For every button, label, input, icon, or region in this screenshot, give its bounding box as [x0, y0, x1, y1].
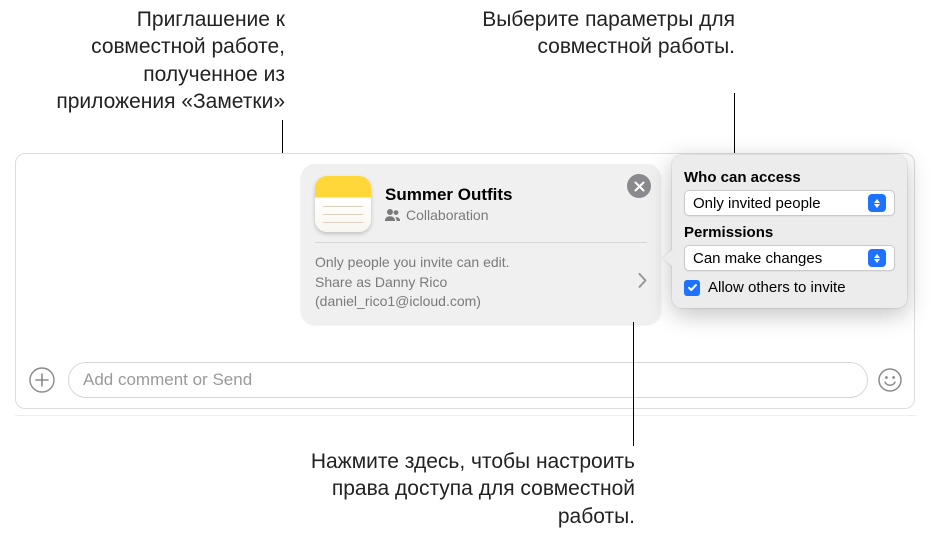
share-settings-summary[interactable]: Only people you invite can edit. Share a… [301, 243, 661, 324]
callout-line [734, 93, 735, 153]
close-icon[interactable] [627, 174, 651, 198]
collaboration-text: Collaboration [406, 207, 489, 223]
callout-invitation: Приглашение к совместной работе, получен… [45, 6, 285, 115]
add-button[interactable] [28, 366, 56, 394]
collaboration-invitation-card[interactable]: Summer Outfits Collaboration Only people… [301, 164, 661, 324]
who-can-access-label: Who can access [684, 169, 895, 186]
card-header: Summer Outfits Collaboration [301, 164, 661, 242]
notes-app-icon [315, 176, 371, 232]
permission-summary: Only people you invite can edit. [315, 253, 647, 273]
allow-others-checkbox-row[interactable]: Allow others to invite [684, 279, 895, 296]
share-options-popover: Who can access Only invited people Permi… [672, 155, 907, 308]
who-can-access-select[interactable]: Only invited people [684, 190, 895, 216]
who-can-access-value: Only invited people [693, 195, 821, 212]
people-icon [385, 209, 401, 221]
chevron-right-icon[interactable] [638, 271, 647, 296]
share-as-label: Share as Danny Rico [315, 273, 647, 293]
emoji-picker-icon[interactable] [878, 368, 902, 392]
divider [15, 415, 916, 416]
permissions-select[interactable]: Can make changes [684, 245, 895, 271]
permissions-label: Permissions [684, 224, 895, 241]
callout-configure-rights: Нажмите здесь, чтобы настроить права дос… [295, 448, 635, 530]
callout-params: Выберите параметры для совместной работы… [365, 6, 735, 61]
collaboration-label: Collaboration [385, 207, 647, 223]
note-title: Summer Outfits [385, 185, 647, 205]
permissions-value: Can make changes [693, 250, 822, 267]
updown-arrows-icon [868, 194, 886, 212]
checkbox-checked-icon[interactable] [684, 280, 700, 296]
updown-arrows-icon [868, 249, 886, 267]
message-input[interactable]: Add comment or Send [68, 362, 868, 398]
compose-bar: Add comment or Send [16, 354, 914, 408]
callout-line [633, 322, 634, 446]
card-title-block: Summer Outfits Collaboration [385, 185, 647, 223]
allow-others-label: Allow others to invite [708, 279, 846, 296]
share-as-email: (daniel_rico1@icloud.com) [315, 292, 647, 312]
